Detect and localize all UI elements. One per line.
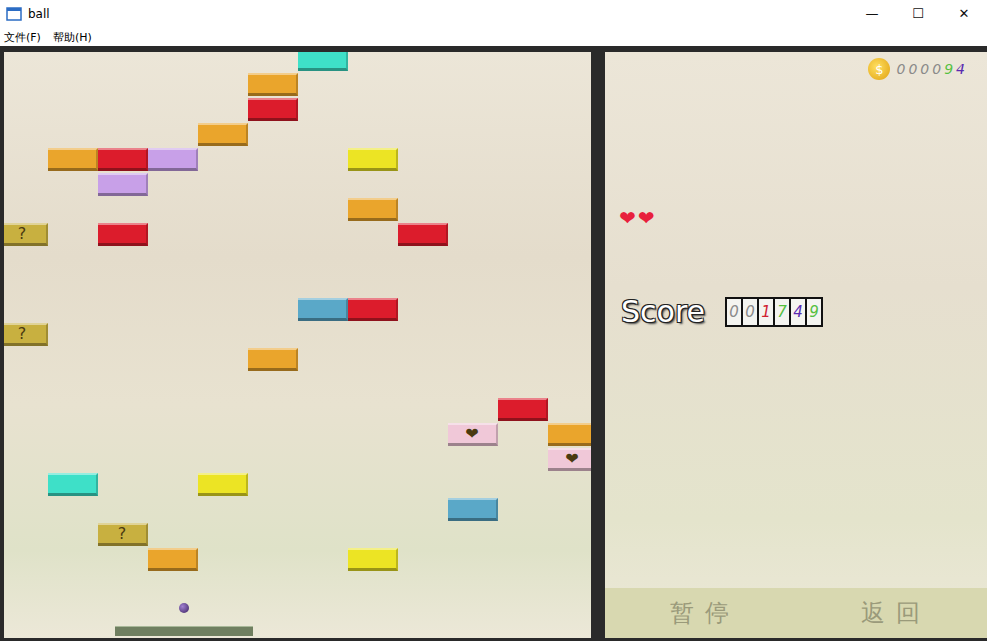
menu-item[interactable]: 文件(F) xyxy=(4,30,41,45)
brick xyxy=(398,223,448,246)
brick xyxy=(48,148,98,171)
brick: ? xyxy=(98,523,148,546)
brick xyxy=(98,173,148,196)
coin-digit: 0 xyxy=(932,61,941,77)
brick xyxy=(98,148,148,171)
score-box: 001749 xyxy=(725,297,823,327)
coin-icon: $ xyxy=(868,58,890,80)
game-stage: ??❤❤?$000094❤❤Score001749暂 停返 回 xyxy=(0,46,987,641)
window-title: ball xyxy=(28,7,50,21)
brick-label: ? xyxy=(18,226,27,242)
coin-digit: 0 xyxy=(920,61,929,77)
button-bar: 暂 停返 回 xyxy=(605,588,987,638)
window-control-button[interactable]: ☐ xyxy=(895,0,941,28)
app-window: ball—☐✕文件(F)帮助(H)??❤❤?$000094❤❤Score0017… xyxy=(0,0,987,641)
brick xyxy=(198,123,248,146)
brick xyxy=(348,148,398,171)
brick xyxy=(248,98,298,121)
window-control-button[interactable]: ✕ xyxy=(941,0,987,28)
brick xyxy=(448,498,498,521)
coin-digit: 9 xyxy=(944,61,953,77)
coin-digit: 0 xyxy=(908,61,917,77)
brick xyxy=(248,348,298,371)
window-icon xyxy=(6,7,22,21)
brick xyxy=(248,73,298,96)
brick: ❤ xyxy=(448,423,498,446)
side-panel: $000094❤❤Score001749暂 停返 回 xyxy=(605,52,987,638)
title-bar: ball —☐✕ xyxy=(0,0,987,28)
brick-label: ? xyxy=(18,326,27,342)
lives: ❤❤ xyxy=(605,208,987,228)
score-digit: 1 xyxy=(759,299,773,325)
game-board[interactable]: ?? ❤ ❤? xyxy=(4,52,591,638)
brick xyxy=(148,548,198,571)
brick-label: ❤ xyxy=(565,451,578,467)
brick xyxy=(348,298,398,321)
game-button[interactable]: 返 回 xyxy=(861,597,923,629)
brick xyxy=(98,223,148,246)
brick xyxy=(198,473,248,496)
brick-label: ❤ xyxy=(465,426,478,442)
coin-digit: 4 xyxy=(956,61,965,77)
game-button[interactable]: 暂 停 xyxy=(670,597,732,629)
paddle[interactable] xyxy=(115,626,253,636)
brick: ❤ xyxy=(548,448,591,471)
window-control-button[interactable]: — xyxy=(849,0,895,28)
brick xyxy=(148,148,198,171)
brick xyxy=(348,198,398,221)
life-heart-icon: ❤ xyxy=(638,208,655,228)
score-digit: 4 xyxy=(791,299,805,325)
score-digit: 0 xyxy=(727,299,741,325)
brick: ? xyxy=(4,223,48,246)
brick xyxy=(298,52,348,71)
menu-bar: 文件(F) 帮助(H) xyxy=(0,28,987,46)
brick xyxy=(298,298,348,321)
brick xyxy=(548,423,591,446)
score: Score 001749 xyxy=(605,294,987,329)
coin-counter: $000094 xyxy=(605,52,987,80)
brick: ? xyxy=(4,323,48,346)
life-heart-icon: ❤ xyxy=(619,208,636,228)
score-digit: 7 xyxy=(775,299,789,325)
coin-digit: 0 xyxy=(896,61,905,77)
brick-label: ? xyxy=(118,526,127,542)
score-digit: 0 xyxy=(743,299,757,325)
menu-item[interactable]: 帮助(H) xyxy=(53,30,92,45)
score-digit: 9 xyxy=(807,299,821,325)
brick xyxy=(498,398,548,421)
ball xyxy=(179,603,189,613)
brick xyxy=(348,548,398,571)
score-label: Score xyxy=(621,294,705,329)
brick xyxy=(48,473,98,496)
